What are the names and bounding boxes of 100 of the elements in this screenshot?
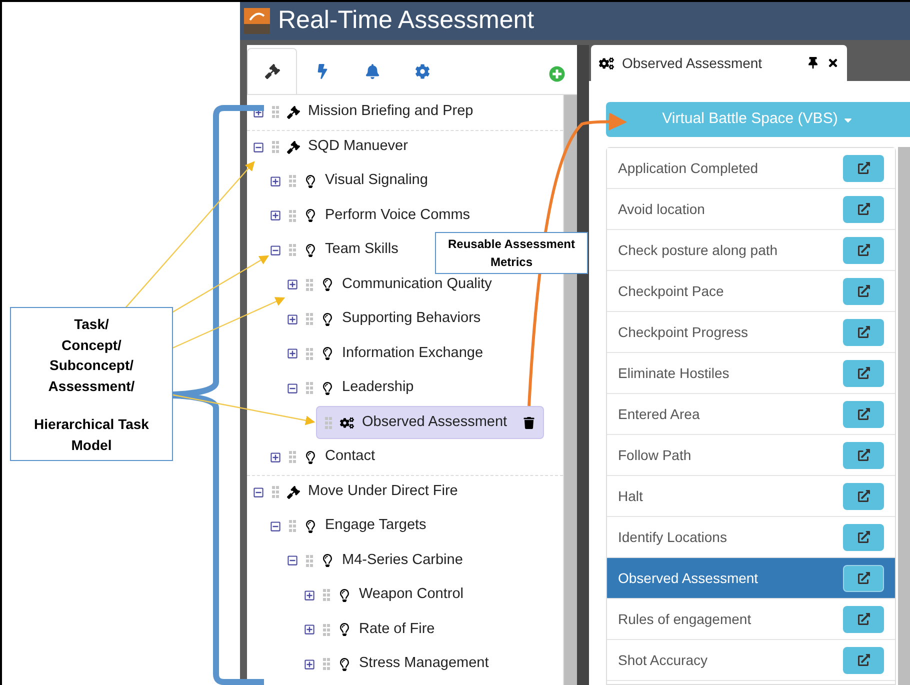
lightbulb-icon: [321, 312, 334, 326]
open-button[interactable]: [843, 524, 884, 550]
lightbulb-icon: [304, 450, 317, 464]
drag-handle-icon[interactable]: [323, 589, 330, 602]
open-button[interactable]: [843, 646, 884, 674]
list-item-label: Observed Assessment: [618, 568, 760, 588]
drag-handle-icon[interactable]: [306, 278, 313, 291]
tree-label[interactable]: Stress Management: [359, 653, 489, 676]
drag-handle-icon[interactable]: [306, 348, 313, 360]
tree-label[interactable]: Move Under Direct Fire: [308, 481, 458, 504]
tree-label[interactable]: Contact: [325, 446, 375, 468]
drag-handle-icon[interactable]: [289, 520, 296, 532]
expand-icon[interactable]: [304, 590, 315, 601]
lightbulb-icon: [321, 347, 334, 360]
lightbulb-icon: [338, 623, 351, 636]
list-item-label: Check posture along path: [618, 240, 779, 260]
open-button[interactable]: [843, 360, 884, 386]
open-button[interactable]: [843, 154, 884, 182]
external-link-icon: [858, 613, 870, 625]
tree-label[interactable]: Weapon Control: [359, 584, 464, 606]
drag-handle-icon[interactable]: [323, 658, 330, 670]
expand-icon[interactable]: [270, 210, 281, 222]
annotation-text: Subconcept/: [49, 356, 134, 375]
drag-handle-icon[interactable]: [289, 244, 296, 256]
list-item-label: Avoid location: [618, 200, 706, 218]
trash-icon[interactable]: [523, 416, 536, 429]
expand-icon[interactable]: [304, 624, 315, 636]
scrollbar[interactable]: [898, 147, 910, 685]
collapse-icon[interactable]: [253, 486, 264, 498]
collapse-icon[interactable]: [270, 520, 281, 532]
lightbulb-icon: [321, 278, 334, 292]
open-button[interactable]: [843, 318, 884, 346]
annotation-text: Assessment/: [48, 376, 135, 396]
panel-tab-title: Observed Assessment: [622, 54, 762, 72]
tree-label[interactable]: Information Exchange: [342, 342, 484, 365]
open-button[interactable]: [843, 482, 884, 510]
collapse-icon[interactable]: [287, 555, 298, 566]
open-button[interactable]: [843, 236, 884, 264]
drag-handle-icon[interactable]: [306, 313, 313, 326]
expand-icon[interactable]: [270, 452, 281, 463]
panel-tab[interactable]: Observed Assessment: [591, 45, 847, 81]
expand-icon[interactable]: [287, 348, 298, 360]
hammer-icon: [287, 106, 300, 119]
gear-icon: [414, 64, 430, 78]
drag-handle-icon[interactable]: [272, 486, 279, 498]
drag-handle-icon[interactable]: [306, 382, 313, 394]
drag-handle-icon[interactable]: [289, 210, 296, 222]
list-item[interactable]: Application Completed: [607, 148, 895, 189]
pin-icon[interactable]: [807, 57, 819, 69]
drag-handle-icon[interactable]: [323, 624, 330, 636]
external-link-icon: [858, 572, 870, 584]
splitter[interactable]: [577, 45, 589, 685]
open-button[interactable]: [843, 442, 884, 468]
open-button[interactable]: [843, 278, 884, 304]
tree-label[interactable]: M4-Series Carbine: [342, 550, 463, 572]
close-icon[interactable]: [827, 57, 839, 69]
hammer-icon: [287, 486, 300, 499]
expand-icon[interactable]: [287, 314, 298, 325]
tree-label[interactable]: Team Skills: [325, 239, 398, 262]
tree-label[interactable]: Communication Quality: [342, 274, 492, 296]
expand-icon[interactable]: [270, 176, 281, 187]
list-item-label: Halt: [618, 486, 644, 506]
tree-label[interactable]: Rate of Fire: [359, 618, 435, 641]
tree-label[interactable]: Leadership: [342, 377, 414, 400]
drag-handle-icon[interactable]: [272, 106, 279, 118]
tree-label[interactable]: Visual Signaling: [325, 170, 428, 192]
collapse-icon[interactable]: [253, 142, 264, 153]
drag-handle-icon[interactable]: [272, 141, 279, 154]
lightbulb-icon: [304, 244, 317, 257]
bell-icon: [364, 64, 380, 78]
callout-text: Reusable Assessment Metrics: [447, 236, 576, 271]
open-button[interactable]: [843, 400, 884, 428]
drag-handle-icon[interactable]: [289, 451, 296, 464]
annotation-text: Hierarchical Task Model: [33, 415, 150, 454]
drag-handle-icon[interactable]: [306, 554, 313, 567]
add-icon[interactable]: [549, 66, 565, 82]
gears-icon: [340, 416, 354, 430]
open-button[interactable]: [843, 564, 884, 592]
drag-handle-icon[interactable]: [289, 175, 296, 188]
tree-label[interactable]: SQD Manuever: [308, 136, 408, 158]
tree-label[interactable]: Perform Voice Comms: [325, 204, 470, 227]
list-item[interactable]: Observed Assessment: [607, 558, 895, 599]
collapse-icon[interactable]: [287, 382, 298, 394]
tab[interactable]: [247, 48, 297, 94]
tree-item[interactable]: Observed Assessment: [316, 406, 544, 440]
list-item-label: Identify Locations: [618, 528, 728, 547]
tree-label[interactable]: Engage Targets: [325, 515, 426, 538]
external-link-icon: [858, 367, 870, 379]
lightbulb-icon: [304, 209, 317, 222]
expand-icon[interactable]: [304, 658, 315, 670]
tree-label[interactable]: Supporting Behaviors: [342, 308, 481, 330]
tree-label[interactable]: Mission Briefing and Prep: [308, 101, 474, 124]
external-link-icon: [858, 531, 870, 543]
open-button[interactable]: [843, 196, 884, 222]
collapse-icon[interactable]: [270, 244, 281, 256]
expand-icon[interactable]: [287, 279, 298, 290]
list-item-label: Checkpoint Progress: [618, 322, 749, 342]
list-item-label: Entered Area: [618, 404, 701, 424]
drag-handle-icon[interactable]: [325, 416, 332, 429]
open-button[interactable]: [843, 606, 884, 632]
